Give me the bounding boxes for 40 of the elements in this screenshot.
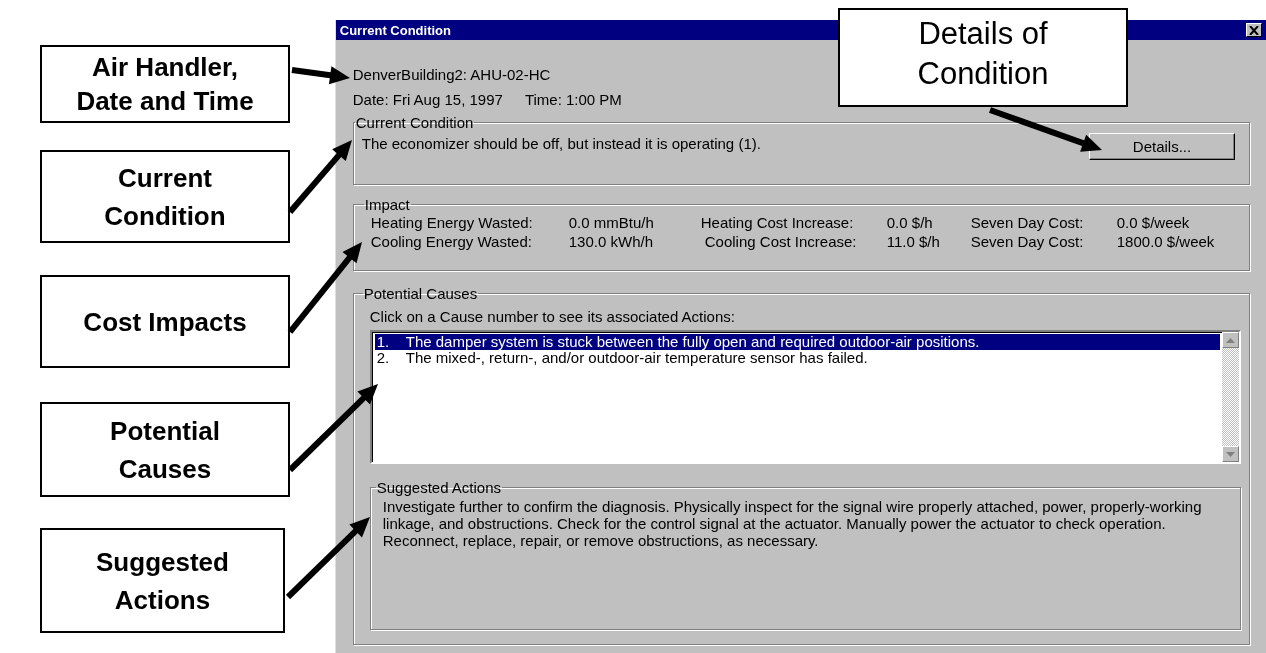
callout-label: Air Handler, Date and Time: [40, 45, 290, 123]
group-legend: Impact: [363, 196, 411, 213]
impact-label: Seven Day Cost:: [970, 233, 1085, 250]
arrow: [291, 66, 350, 85]
impact-value: 1800.0 $/week: [1116, 233, 1216, 250]
details-button[interactable]: Details...: [1089, 133, 1235, 160]
callout-label: Potential Causes: [40, 402, 290, 497]
window-title: Current Condition: [339, 22, 451, 38]
cause-item[interactable]: 2. The mixed-, return-, and/or outdoor-air temperature sensor has failed.: [374, 350, 1220, 366]
impact-label: Seven Day Cost:: [970, 214, 1085, 231]
group-legend: Current Condition: [354, 114, 475, 131]
down-arrow-icon: [1226, 451, 1235, 457]
callout-label: Suggested Actions: [40, 528, 285, 633]
impact-label: Cooling Energy Wasted:: [370, 233, 533, 250]
callout-label: Current Condition: [40, 150, 290, 243]
group-legend: Suggested Actions: [375, 479, 503, 496]
scroll-up-button[interactable]: [1222, 332, 1239, 348]
callout-label: Details of Condition: [838, 8, 1128, 107]
impact-value: 0.0 $/week: [1116, 214, 1191, 231]
cause-item[interactable]: 1. The damper system is stuck between the fully open and required outdoor-air positions.: [374, 334, 1220, 350]
callout-label: Cost Impacts: [40, 275, 290, 368]
date-text: Date: Fri Aug 15, 1997: [352, 91, 503, 108]
close-button[interactable]: [1246, 23, 1262, 37]
impact-label: Cooling Cost Increase:: [703, 233, 858, 250]
impact-value: 11.0 $/h: [886, 233, 941, 250]
scrollbar[interactable]: [1222, 332, 1239, 462]
air-handler-name: DenverBuilding2: AHU-02-HC: [352, 66, 551, 85]
condition-text: The economizer should be off, but instead it is operating (1).: [361, 135, 761, 152]
time-text: Time: 1:00 PM: [524, 91, 622, 108]
impact-label: Heating Cost Increase:: [700, 214, 855, 231]
impact-label: Heating Energy Wasted:: [370, 214, 534, 231]
up-arrow-icon: [1226, 337, 1235, 343]
scroll-down-button[interactable]: [1222, 446, 1239, 462]
actions-text: Investigate further to confirm the diagnosis. Physically inspect for the signal wire properly attached, power, properly-working linkage, and obstructions. Check for the control signal at the actuator. Manually power the actuator to check operation. Reconnect, replace, repair, or remove obstructions, as necessary.: [382, 498, 1203, 549]
group-legend: Potential Causes: [362, 285, 479, 302]
impact-value: 130.0 kWh/h: [568, 233, 654, 250]
instruction-text: Click on a Cause number to see its associated Actions:: [369, 308, 736, 327]
impact-value: 0.0 mmBtu/h: [568, 214, 655, 231]
impact-value: 0.0 $/h: [886, 214, 934, 231]
close-icon: [1249, 25, 1259, 35]
